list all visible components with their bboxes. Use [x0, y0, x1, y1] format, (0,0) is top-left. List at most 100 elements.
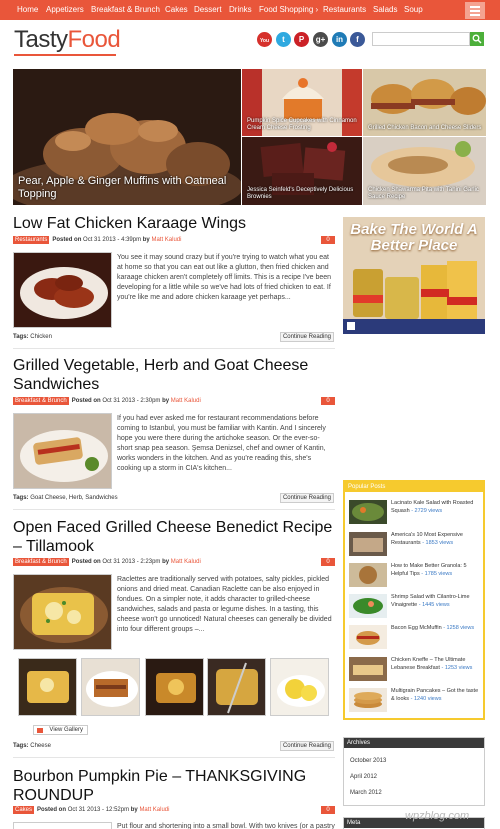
post-2-by-label: by: [162, 398, 170, 404]
post-3-thumbnail[interactable]: [13, 574, 112, 650]
popular-post-4[interactable]: Shrimp Salad with Cilantro-Lime Vinaigre…: [349, 594, 481, 618]
linkedin-glyph: in: [335, 35, 344, 44]
post-3-tag-links[interactable]: Cheese: [30, 743, 51, 749]
post-4-title[interactable]: Bourbon Pumpkin Pie – THANKSGIVING ROUND…: [13, 767, 335, 805]
featured-item-4[interactable]: Chicken Shawarma Pita with Tahini Garlic…: [363, 137, 486, 205]
post-1-meta: Restaurants Posted on Oct 31 2013 - 4:39p…: [13, 236, 181, 244]
featured-item-2[interactable]: Grilled Chicken Bacon and Cheese Sliders: [363, 69, 486, 136]
post-3-title[interactable]: Open Faced Grilled Cheese Benedict Recip…: [13, 518, 335, 556]
nav-home[interactable]: Home: [17, 5, 38, 14]
post-3-continue-button[interactable]: Continue Reading: [280, 741, 334, 751]
popular-post-3[interactable]: How to Make Better Granola: 5 Helpful Ti…: [349, 563, 481, 587]
featured-item-1[interactable]: Pumpkin Spice Cupcakes with Cinnamon Cre…: [242, 69, 362, 136]
archives-widget: Archives October 2013 April 2012 March 2…: [343, 737, 485, 806]
post-2-tag-links[interactable]: Goat Cheese, Herb, Sandwiches: [30, 495, 117, 501]
post-2-continue-button[interactable]: Continue Reading: [280, 493, 334, 503]
popular-views-7: - 1240 views: [410, 695, 442, 702]
youtube-icon[interactable]: You: [257, 32, 272, 47]
archive-link-3[interactable]: March 2012: [350, 790, 382, 796]
gallery-thumb-5[interactable]: [270, 658, 329, 716]
gallery-thumb-1[interactable]: [18, 658, 77, 716]
post-2-title[interactable]: Grilled Vegetable, Herb and Goat Cheese …: [13, 356, 335, 394]
popular-posts-heading: Popular Posts: [345, 482, 483, 492]
post-2-tags: Tags: Goat Cheese, Herb, Sandwiches: [13, 495, 118, 501]
logo-underline: [14, 54, 116, 56]
site-logo[interactable]: TastyFood: [14, 26, 121, 54]
post-1-category[interactable]: Restaurants: [13, 236, 50, 244]
popular-post-1[interactable]: Lacinato Kale Salad with Roasted Squash …: [349, 500, 481, 524]
menu-icon[interactable]: [465, 2, 485, 19]
post-1-tag-links[interactable]: Chicken: [30, 334, 52, 340]
mcmuffin-image: [349, 625, 387, 649]
post-1-tags: Tags: Chicken: [13, 334, 52, 340]
nav-dessert[interactable]: Dessert: [194, 5, 222, 14]
kneffe-image: [349, 657, 387, 681]
nav-food-shopping[interactable]: Food Shopping ›: [259, 5, 318, 14]
gallery-thumb-3[interactable]: [145, 658, 204, 716]
post-2-meta: Breakfast & Brunch Posted on Oct 31 2013 …: [13, 397, 201, 405]
gallery-thumb-2[interactable]: [81, 658, 140, 716]
post-3-author[interactable]: Matt Kaludi: [171, 559, 201, 565]
featured-main-caption: Pear, Apple & Ginger Muffins with Oatmea…: [18, 175, 227, 200]
nav-cakes[interactable]: Cakes: [165, 5, 188, 14]
nav-appetizers[interactable]: Appetizers: [46, 5, 84, 14]
popular-views-6: - 1253 views: [441, 664, 473, 671]
post-1-thumbnail[interactable]: [13, 252, 112, 328]
view-gallery-button[interactable]: View Gallery: [33, 725, 88, 735]
featured-item-4-caption: Chicken Shawarma Pita with Tahini Garlic…: [368, 187, 479, 200]
post-1-title[interactable]: Low Fat Chicken Karaage Wings: [13, 214, 246, 233]
post-1-continue-button[interactable]: Continue Reading: [280, 332, 334, 342]
logo-food: Food: [67, 26, 121, 53]
popular-post-7[interactable]: Multigrain Pancakes – Got the taste & lo…: [349, 688, 481, 712]
gallery-thumb-4[interactable]: [207, 658, 266, 716]
popular-views-3: - 1785 views: [421, 570, 453, 577]
facebook-glyph: f: [356, 35, 359, 44]
search-input[interactable]: [372, 32, 470, 46]
nav-soup[interactable]: Soup: [404, 5, 423, 14]
popular-thumb-2: [349, 532, 387, 556]
post-3-comments-count: 0: [326, 559, 330, 565]
featured-item-2-caption: Grilled Chicken Bacon and Cheese Sliders: [368, 125, 482, 131]
post-2-author[interactable]: Matt Kaludi: [171, 398, 201, 404]
nav-salads[interactable]: Salads: [373, 5, 397, 14]
post-2-comments-badge[interactable]: 0: [321, 397, 335, 405]
post-4-thumbnail[interactable]: [13, 822, 112, 829]
post-1-comments-badge[interactable]: 0: [321, 236, 335, 244]
featured-main[interactable]: Pear, Apple & Ginger Muffins with Oatmea…: [13, 69, 241, 205]
post-2-category[interactable]: Breakfast & Brunch: [13, 397, 69, 405]
search-button[interactable]: [470, 32, 484, 46]
post-2-posted-label: Posted on: [71, 398, 101, 404]
post-1-author[interactable]: Matt Kaludi: [151, 237, 181, 243]
post-1-excerpt: You see it may sound crazy but if you're…: [117, 254, 332, 301]
featured-item-3[interactable]: Jessica Seinfeld's Deceptively Delicious…: [242, 137, 362, 205]
post-2-thumbnail[interactable]: [13, 413, 112, 489]
popular-views-4: - 1445 views: [418, 601, 450, 608]
linkedin-icon[interactable]: in: [332, 32, 347, 47]
sidebar-ad[interactable]: Bake The World A Better Place: [343, 217, 485, 334]
twitter-icon[interactable]: t: [276, 32, 291, 47]
post-3-category[interactable]: Breakfast & Brunch: [13, 558, 69, 566]
post-4-comments-count: 0: [326, 807, 330, 813]
googleplus-glyph: g+: [315, 35, 326, 44]
popular-post-6[interactable]: Chicken Kneffe – The Ultimate Lebanese B…: [349, 657, 481, 681]
archive-link-1[interactable]: October 2013: [350, 758, 386, 764]
googleplus-icon[interactable]: g+: [313, 32, 328, 47]
popular-post-5[interactable]: Bacon Egg McMuffin - 1258 views: [349, 625, 481, 649]
facebook-icon[interactable]: f: [350, 32, 365, 47]
shrimp-salad-image: [349, 594, 387, 618]
nav-drinks[interactable]: Drinks: [229, 5, 252, 14]
logo-tasty: Tasty: [14, 26, 68, 53]
popular-post-2[interactable]: America's 10 Most Expensive Restaurants …: [349, 532, 481, 556]
post-3-comments-badge[interactable]: 0: [321, 558, 335, 566]
nav-restaurants[interactable]: Restaurants: [323, 5, 366, 14]
post-4-author[interactable]: Matt Kaludi: [139, 807, 169, 813]
popular-thumb-4: [349, 594, 387, 618]
archive-link-2[interactable]: April 2012: [350, 774, 377, 780]
pinterest-glyph: P: [298, 35, 305, 44]
nav-breakfast-brunch[interactable]: Breakfast & Brunch: [91, 5, 160, 14]
featured-item-1-caption: Pumpkin Spice Cupcakes with Cinnamon Cre…: [247, 118, 357, 131]
pinterest-icon[interactable]: P: [294, 32, 309, 47]
post-1-comments-count: 0: [326, 237, 330, 243]
post-4-category[interactable]: Cakes: [13, 806, 35, 814]
post-4-comments-badge[interactable]: 0: [321, 806, 335, 814]
